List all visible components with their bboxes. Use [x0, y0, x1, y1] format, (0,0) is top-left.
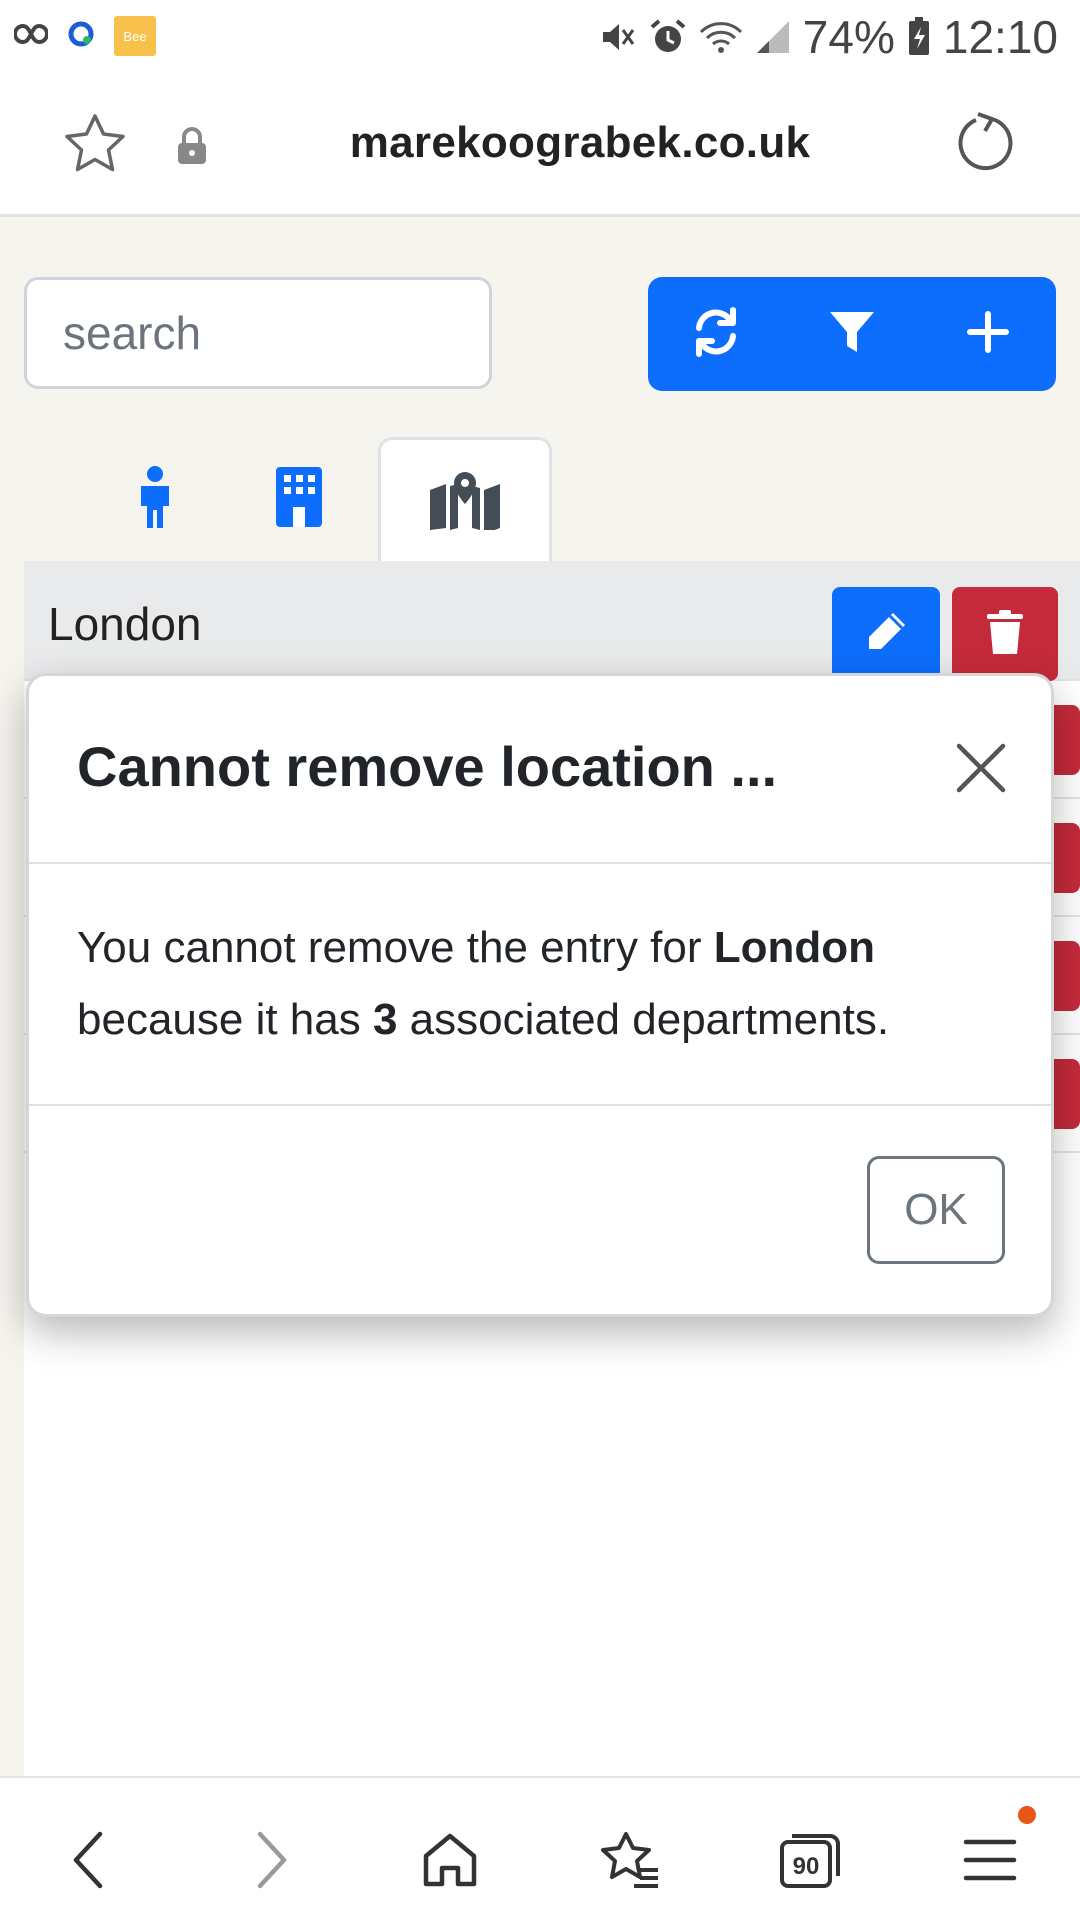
map-location-icon [430, 470, 500, 535]
infinity-icon [13, 22, 49, 51]
battery-percent: 74% [802, 11, 895, 63]
home-icon [420, 1830, 480, 1895]
ok-button[interactable]: OK [867, 1156, 1005, 1264]
filter-button[interactable] [784, 277, 920, 391]
building-icon [276, 466, 322, 532]
wifi-icon [699, 20, 743, 54]
url-text[interactable]: marekoograbek.co.uk [0, 118, 1080, 168]
dialog-message: You cannot remove the entry for London b… [77, 912, 1017, 1056]
browser-address-bar: marekoograbek.co.uk [0, 74, 1080, 217]
person-icon [135, 465, 175, 533]
search-input[interactable] [24, 277, 492, 389]
add-button[interactable] [920, 277, 1056, 391]
tabs-button[interactable]: 90 [770, 1822, 850, 1902]
edit-button[interactable] [832, 587, 940, 681]
delete-button[interactable] [952, 587, 1058, 681]
bookmarks-button[interactable] [590, 1822, 670, 1902]
error-dialog: Cannot remove location ... You cannot re… [26, 673, 1054, 1317]
pencil-icon [863, 609, 909, 660]
delete-button[interactable] [1054, 1059, 1080, 1129]
status-bar: Bee 74% 12:10 [0, 0, 1080, 74]
notification-dot [1018, 1806, 1036, 1824]
message-prefix: You cannot remove the entry for [77, 923, 714, 972]
delete-button[interactable] [1054, 823, 1080, 893]
signal-icon [755, 19, 791, 55]
message-middle: because it has [77, 995, 373, 1044]
dialog-title: Cannot remove location ... [77, 735, 778, 798]
bookmarks-icon [598, 1830, 662, 1895]
message-suffix: associated departments. [397, 995, 890, 1044]
menu-icon [962, 1836, 1018, 1889]
tab-departments[interactable] [212, 437, 386, 561]
section-tabs [24, 437, 1080, 564]
trash-icon [987, 609, 1023, 659]
battery-charging-icon [907, 17, 931, 57]
delete-button[interactable] [1054, 705, 1080, 775]
location-name-bold: London [713, 923, 876, 972]
back-button[interactable] [48, 1822, 128, 1902]
reload-icon[interactable] [952, 112, 1014, 179]
alarm-icon [649, 18, 687, 56]
close-icon[interactable] [953, 740, 1009, 796]
tab-locations[interactable] [378, 437, 552, 564]
tab-count: 90 [793, 1853, 820, 1880]
action-button-group [648, 277, 1056, 391]
dialog-header: Cannot remove location ... [29, 676, 1051, 864]
clock-time: 12:10 [942, 11, 1058, 63]
refresh-button[interactable] [648, 277, 784, 391]
list-item[interactable]: London [24, 561, 1080, 681]
back-icon [68, 1830, 108, 1895]
filter-icon [828, 308, 876, 361]
tabs-icon: 90 [778, 1830, 842, 1895]
home-button[interactable] [410, 1822, 490, 1902]
forward-icon [252, 1830, 292, 1895]
location-name: London [48, 598, 202, 650]
dialog-footer: OK [29, 1104, 1051, 1316]
delete-button[interactable] [1054, 941, 1080, 1011]
plus-icon [967, 310, 1009, 358]
browser-bottom-nav: 90 [0, 1776, 1080, 1922]
cloud-sync-icon [66, 19, 96, 54]
menu-button[interactable] [950, 1822, 1030, 1902]
department-count: 3 [372, 995, 398, 1044]
refresh-icon [690, 306, 742, 363]
forward-button[interactable] [232, 1822, 312, 1902]
mute-icon [599, 18, 637, 56]
bee-app-icon: Bee [114, 16, 156, 56]
